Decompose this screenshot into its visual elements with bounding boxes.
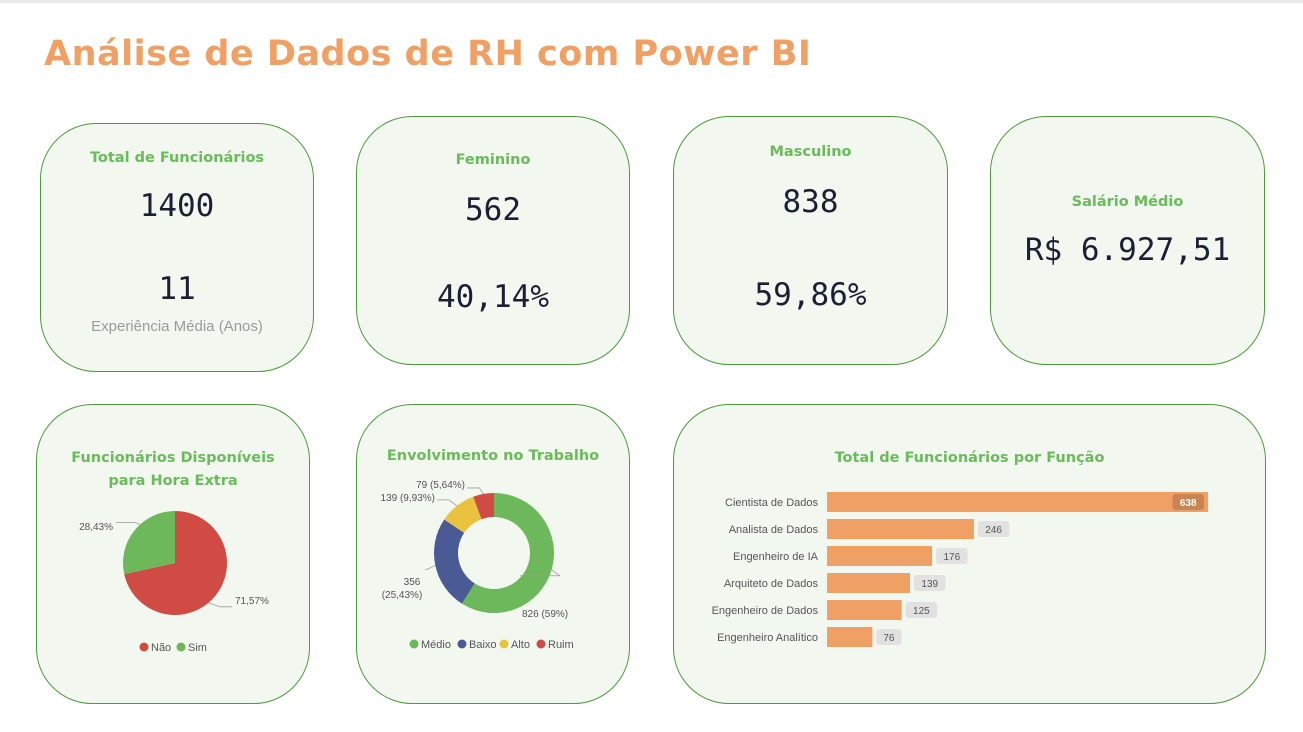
- male-percent: 59,86%: [754, 277, 867, 313]
- role-chart-card[interactable]: Total de Funcionários por Função Cientis…: [673, 404, 1266, 704]
- data-label-alto: 139 (9,93%): [381, 493, 435, 504]
- avg-salary-value: R$ 6.927,51: [1024, 232, 1231, 268]
- bar-category-label: Cientista de Dados: [725, 497, 818, 509]
- legend-label-medio[interactable]: Médio: [421, 639, 451, 651]
- leader-line-sim: [116, 521, 141, 525]
- bar[interactable]: [827, 546, 933, 566]
- total-employees-title: Total de Funcionários: [89, 150, 265, 166]
- engagement-donut-chart: 826 (59%) 356 (25,43%) 139 (9,93%) 79 (5…: [381, 480, 574, 651]
- overtime-pie-chart: 71,57% 28,43% Não Sim: [79, 511, 269, 654]
- pie-slice-sim[interactable]: [123, 511, 175, 575]
- bar-category-label: Engenheiro de IA: [733, 551, 819, 563]
- female-title: Feminino: [455, 152, 531, 168]
- legend-marker-nao: [139, 642, 149, 652]
- legend-label-sim[interactable]: Sim: [188, 642, 207, 654]
- data-label-baixo-line1: 356: [404, 577, 421, 588]
- bar-value-label: 76: [883, 633, 895, 644]
- bar[interactable]: [827, 573, 911, 593]
- legend-label-nao[interactable]: Não: [151, 642, 171, 654]
- legend-marker-medio: [409, 639, 419, 649]
- data-label-sim: 28,43%: [79, 522, 113, 533]
- bar-category-label: Engenheiro Analítico: [717, 632, 818, 644]
- data-label-ruim: 79 (5,64%): [416, 480, 465, 491]
- bar-category-label: Arquiteto de Dados: [724, 578, 819, 590]
- legend-label-ruim[interactable]: Ruim: [548, 639, 574, 651]
- legend-label-alto[interactable]: Alto: [511, 639, 530, 651]
- legend-marker-sim: [176, 642, 186, 652]
- avg-salary-card[interactable]: Salário Médio R$ 6.927,51: [990, 116, 1265, 365]
- overtime-chart-card[interactable]: Funcionários Disponíveis para Hora Extra…: [36, 404, 310, 704]
- bar-value-label: 125: [913, 606, 930, 617]
- legend-marker-ruim: [536, 639, 546, 649]
- data-label-medio: 826 (59%): [522, 609, 568, 620]
- leader-line-baixo: [425, 564, 436, 570]
- page-title: Análise de Dados de RH com Power BI: [44, 34, 812, 74]
- leader-line-ruim: [467, 487, 484, 495]
- bar-category-label: Engenheiro de Dados: [712, 605, 819, 617]
- bar-value-label: 139: [921, 579, 938, 590]
- avg-experience-value: 11: [158, 271, 196, 307]
- data-label-nao: 71,57%: [235, 596, 269, 607]
- donut-slice-baixo[interactable]: [434, 519, 475, 604]
- avg-experience-label: Experiência Média (Anos): [91, 318, 263, 335]
- bar[interactable]: [827, 600, 902, 620]
- legend-label-baixo[interactable]: Baixo: [469, 639, 497, 651]
- female-count: 562: [465, 192, 521, 228]
- bar[interactable]: [827, 627, 873, 647]
- bar-value-label: 638: [1180, 498, 1197, 509]
- male-title: Masculino: [769, 144, 852, 160]
- bar[interactable]: [827, 519, 974, 539]
- bar-value-label: 246: [985, 525, 1002, 536]
- bar[interactable]: [827, 492, 1208, 512]
- legend-marker-baixo: [457, 639, 467, 649]
- top-divider: [0, 0, 1303, 3]
- total-employees-card[interactable]: Total de Funcionários 1400 11 Experiênci…: [40, 123, 314, 372]
- engagement-chart-card[interactable]: Envolvimento no Trabalho 826 (59%) 356 (…: [356, 404, 630, 704]
- leader-line-nao: [208, 602, 232, 608]
- total-employees-value: 1400: [139, 188, 215, 224]
- role-bar-chart: Cientista de Dados 638 Analista de Dados 24…: [712, 492, 1208, 647]
- leader-line-alto: [437, 499, 458, 507]
- bar-value-label: 176: [944, 552, 961, 563]
- female-card[interactable]: Feminino 562 40,14%: [356, 116, 630, 365]
- female-percent: 40,14%: [437, 279, 549, 315]
- legend-marker-alto: [499, 639, 509, 649]
- data-label-baixo-line2: (25,43%): [382, 590, 423, 601]
- male-card[interactable]: Masculino 838 59,86%: [673, 116, 948, 365]
- male-count: 838: [782, 184, 839, 220]
- avg-salary-title: Salário Médio: [1071, 194, 1184, 210]
- bar-category-label: Analista de Dados: [729, 524, 819, 536]
